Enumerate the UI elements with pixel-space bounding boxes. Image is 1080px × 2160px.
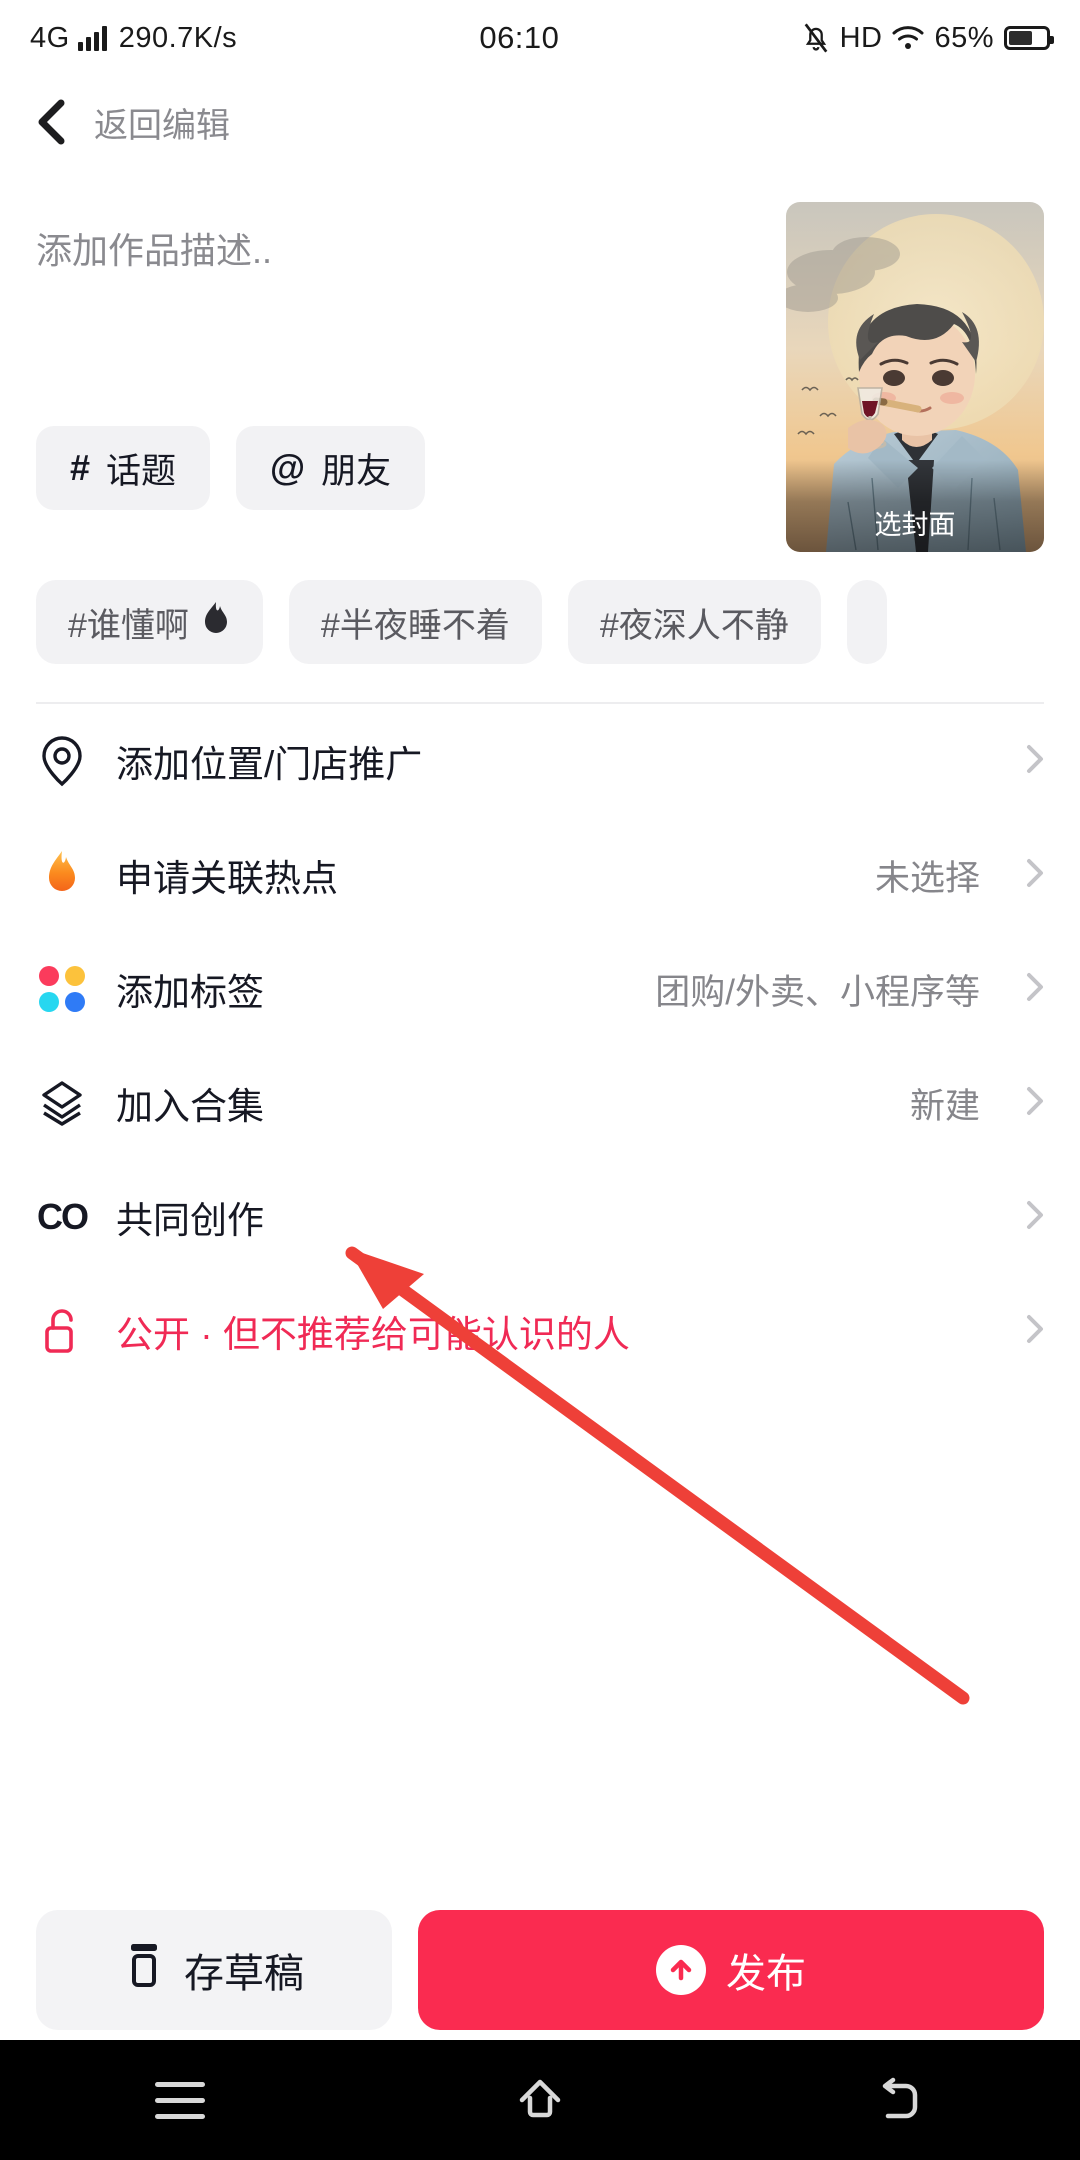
topic-chip[interactable]: # 话题 xyxy=(36,426,211,510)
row-label: 公开 · 但不推荐给可能认识的人 xyxy=(116,1314,630,1355)
row-label: 共同创作 xyxy=(116,1200,264,1241)
row-privacy[interactable]: 公开 · 但不推荐给可能认识的人 xyxy=(36,1274,1044,1388)
back-icon[interactable] xyxy=(840,2040,960,2160)
row-label: 申请关联热点 xyxy=(116,858,338,899)
recents-icon[interactable] xyxy=(120,2040,240,2160)
cover-label[interactable]: 选封面 xyxy=(786,460,1044,552)
back-chevron-icon[interactable] xyxy=(34,99,68,145)
wifi-icon xyxy=(892,25,924,51)
settings-list: 添加位置/门店推广 申请关联热点 未选择 添加标签 团购/外卖、小程序等 加入合… xyxy=(0,704,1080,1388)
network-speed-label: 290.7K/s xyxy=(118,21,238,54)
tag-label: #夜深人不静 xyxy=(599,606,789,645)
mute-icon xyxy=(802,22,830,54)
row-label: 添加标签 xyxy=(116,972,264,1013)
row-value: 新建 xyxy=(909,1086,980,1126)
composer-section: 添加作品描述.. # 话题 @ 朋友 选封面 xyxy=(0,168,1080,552)
list-item[interactable]: #夜深人不静 xyxy=(567,580,821,664)
row-location[interactable]: 添加位置/门店推广 xyxy=(36,704,1044,818)
at-icon: @ xyxy=(270,447,306,488)
row-hotspot[interactable]: 申请关联热点 未选择 xyxy=(36,818,1044,932)
action-bar: 存草稿 发布 xyxy=(0,1910,1080,2030)
row-label: 加入合集 xyxy=(116,1086,264,1127)
unlock-icon xyxy=(36,1305,88,1357)
hd-icon: HD xyxy=(839,21,883,54)
layers-icon xyxy=(36,1077,88,1129)
chevron-right-icon xyxy=(1026,1314,1044,1349)
hash-icon: # xyxy=(70,447,91,488)
friend-chip[interactable]: @ 朋友 xyxy=(236,426,426,510)
tag-label: #谁懂啊 xyxy=(68,606,189,645)
tag-label: #半夜睡不着 xyxy=(320,606,510,645)
back-to-edit-label[interactable]: 返回编辑 xyxy=(94,98,230,147)
co-create-icon: CO xyxy=(37,1196,89,1237)
composer-left: 添加作品描述.. # 话题 @ 朋友 xyxy=(36,202,766,552)
location-pin-icon xyxy=(36,735,88,787)
android-nav-bar xyxy=(0,2040,1080,2160)
status-bar: 4G 290.7K/s 06:10 HD 65% xyxy=(0,0,1080,76)
status-left: 4G 290.7K/s xyxy=(30,22,237,55)
chevron-right-icon xyxy=(1026,744,1044,779)
flame-icon xyxy=(36,849,88,901)
home-icon[interactable] xyxy=(480,2040,600,2160)
status-right: HD 65% xyxy=(802,21,1054,55)
battery-percent-label: 65% xyxy=(934,21,994,54)
clock-label: 06:10 xyxy=(479,20,560,55)
row-cocreate[interactable]: CO 共同创作 xyxy=(36,1160,1044,1274)
row-label: 添加位置/门店推广 xyxy=(116,744,423,785)
chevron-right-icon xyxy=(1026,1086,1044,1121)
draft-icon xyxy=(124,1942,164,1998)
composer-chip-row: # 话题 @ 朋友 xyxy=(36,426,766,510)
upload-arrow-icon xyxy=(656,1945,706,1995)
flame-icon xyxy=(201,601,231,643)
save-draft-label: 存草稿 xyxy=(184,1952,304,1996)
cover-thumbnail[interactable]: 选封面 xyxy=(786,202,1044,552)
navigation-header: 返回编辑 xyxy=(0,76,1080,168)
friend-chip-label: 朋友 xyxy=(321,451,392,491)
list-item-partial[interactable] xyxy=(846,580,887,664)
suggested-tag-strip[interactable]: #谁懂啊 #半夜睡不着 #夜深人不静 xyxy=(0,552,1080,664)
save-draft-button[interactable]: 存草稿 xyxy=(36,1910,392,2030)
row-add-tag[interactable]: 添加标签 团购/外卖、小程序等 xyxy=(36,932,1044,1046)
chevron-right-icon xyxy=(1026,858,1044,893)
row-value: 团购/外卖、小程序等 xyxy=(655,972,980,1012)
row-collection[interactable]: 加入合集 新建 xyxy=(36,1046,1044,1160)
chevron-right-icon xyxy=(1026,1200,1044,1235)
battery-icon xyxy=(1004,26,1054,50)
publish-screen: 4G 290.7K/s 06:10 HD 65% 返回编辑 添加作品描述.. #… xyxy=(0,0,1080,2160)
row-value: 未选择 xyxy=(874,858,980,898)
list-item[interactable]: #谁懂啊 xyxy=(36,580,263,664)
description-input[interactable]: 添加作品描述.. xyxy=(36,228,766,418)
publish-label: 发布 xyxy=(726,1952,806,1996)
network-type-label: 4G xyxy=(30,21,70,54)
signal-bars-icon xyxy=(77,25,107,51)
chevron-right-icon xyxy=(1026,972,1044,1007)
topic-chip-label: 话题 xyxy=(106,451,177,491)
publish-button[interactable]: 发布 xyxy=(418,1910,1044,2030)
four-dots-icon xyxy=(36,963,88,1015)
list-item[interactable]: #半夜睡不着 xyxy=(288,580,542,664)
